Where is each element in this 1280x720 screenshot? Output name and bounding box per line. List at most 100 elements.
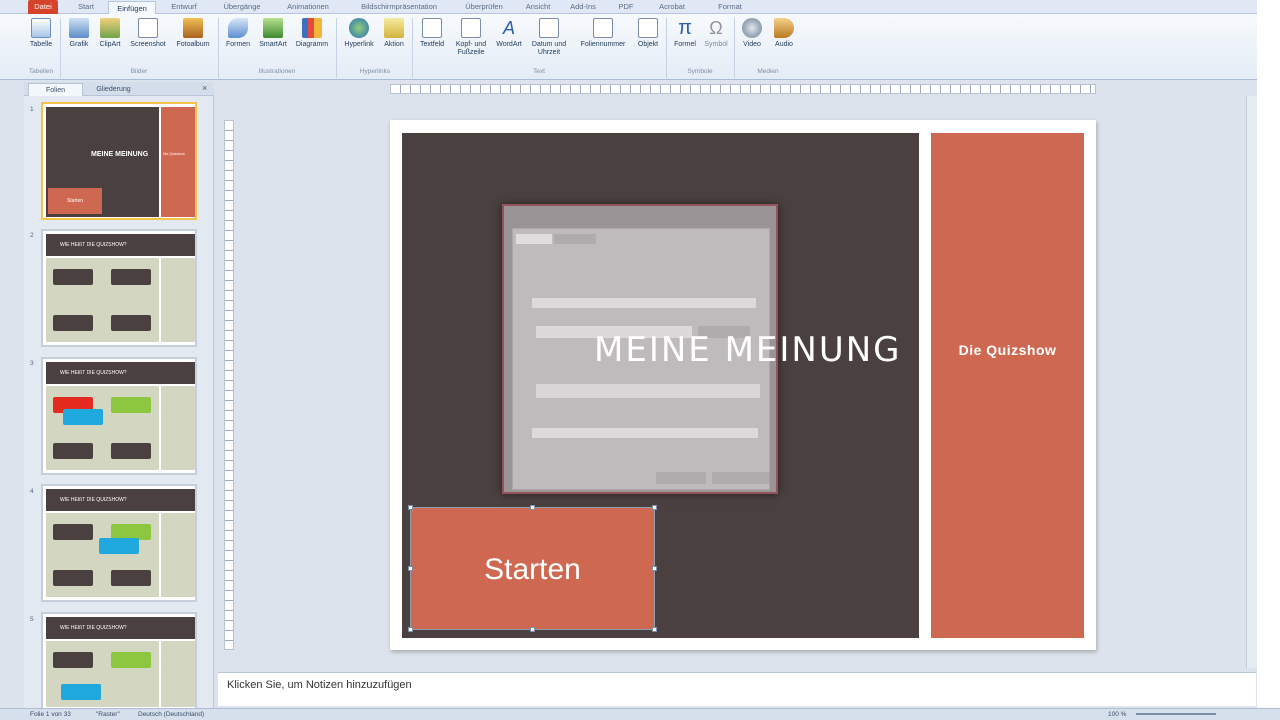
thumb-answer: [111, 570, 151, 586]
zoom-slider[interactable]: [1136, 713, 1216, 715]
omega-icon: Ω: [709, 18, 723, 38]
tab-pdf[interactable]: PDF: [614, 0, 638, 14]
formula-button[interactable]: π Formel: [670, 18, 700, 49]
group-label: Hyperlinks: [359, 68, 391, 75]
separator: [60, 18, 61, 78]
tab-datei[interactable]: Datei: [28, 0, 58, 14]
slide-thumbnail-3[interactable]: WIE HEIßT DIE QUIZSHOW?: [41, 357, 197, 475]
table-button[interactable]: Tabelle: [26, 18, 56, 49]
resize-handle[interactable]: [530, 505, 535, 510]
smartart-icon: [263, 18, 283, 38]
image-icon: [69, 18, 89, 38]
image-button[interactable]: Grafik: [64, 18, 94, 49]
slide-thumbnail-1[interactable]: MEINE MEINUNG Die Quizshow Starten: [41, 102, 197, 220]
photoalbum-button[interactable]: Fotoalbum: [172, 18, 214, 49]
slide-thumbnail-4[interactable]: WIE HEIßT DIE QUIZSHOW?: [41, 484, 197, 602]
dialog-field: [536, 384, 760, 398]
datetime-button[interactable]: Datum und Uhrzeit: [526, 18, 572, 57]
clipart-icon: [100, 18, 120, 38]
calendar-icon: [539, 18, 559, 38]
group-label: Illustrationen: [258, 68, 296, 75]
tab-addins[interactable]: Add-Ins: [566, 0, 600, 14]
status-language[interactable]: Deutsch (Deutschland): [138, 711, 204, 718]
screenshot-icon: [138, 18, 158, 38]
tab-ueberpruefen[interactable]: Überprüfen: [456, 0, 512, 14]
thumb-answer: [111, 269, 151, 285]
textbox-button[interactable]: Textfeld: [416, 18, 448, 49]
thumb-answer: [61, 684, 101, 700]
tab-folien[interactable]: Folien: [28, 83, 83, 96]
action-button[interactable]: Aktion: [380, 18, 408, 49]
chart-label: Diagramm: [295, 41, 329, 48]
tab-einfuegen[interactable]: Einfügen: [108, 1, 156, 15]
clipart-button[interactable]: ClipArt: [96, 18, 124, 49]
thumb-answer: [63, 409, 103, 425]
zoom-level[interactable]: 100 %: [1108, 711, 1126, 718]
globe-icon: [349, 18, 369, 38]
tab-gliederung[interactable]: Gliederung: [86, 83, 141, 96]
resize-handle[interactable]: [408, 505, 413, 510]
chart-button[interactable]: Diagramm: [292, 18, 332, 49]
resize-handle[interactable]: [408, 566, 413, 571]
smartart-label: SmartArt: [259, 41, 287, 48]
vertical-scrollbar[interactable]: [1246, 96, 1257, 668]
thumb-header: WIE HEIßT DIE QUIZSHOW?: [46, 234, 195, 256]
thumb-side: [161, 513, 195, 597]
status-theme: "Raster": [96, 711, 120, 718]
thumb-side: [161, 641, 195, 707]
resize-handle[interactable]: [652, 566, 657, 571]
tab-uebergaenge[interactable]: Übergänge: [212, 0, 272, 14]
start-button[interactable]: Starten: [410, 507, 655, 630]
resize-handle[interactable]: [408, 627, 413, 632]
wordart-icon: A: [502, 18, 515, 38]
shapes-button[interactable]: Formen: [222, 18, 254, 49]
wordart-button[interactable]: A WordArt: [494, 18, 524, 49]
dialog-ok-button: [656, 472, 706, 484]
vertical-ruler: [224, 120, 234, 650]
video-button[interactable]: Video: [738, 18, 766, 49]
thumb-answer: [111, 652, 151, 668]
tab-acrobat[interactable]: Acrobat: [650, 0, 694, 14]
group-label: Bilder: [130, 68, 148, 75]
table-icon: [31, 18, 51, 38]
resize-handle[interactable]: [652, 627, 657, 632]
thumb-subtitle: Die Quizshow: [163, 152, 185, 156]
slide-thumbnail-5[interactable]: WIE HEIßT DIE QUIZSHOW?: [41, 612, 197, 708]
status-bar: Folie 1 von 33 "Raster" Deutsch (Deutsch…: [0, 708, 1280, 720]
slide-number: 5: [30, 616, 34, 623]
slide-thumbnail-2[interactable]: WIE HEIßT DIE QUIZSHOW?: [41, 229, 197, 347]
thumb-orange-panel: [161, 107, 195, 217]
resize-handle[interactable]: [530, 627, 535, 632]
tab-entwurf[interactable]: Entwurf: [164, 0, 204, 14]
tab-bildschirmpraesentation[interactable]: Bildschirmpräsentation: [346, 0, 452, 14]
thumb-answer: [53, 652, 93, 668]
slidenumber-button[interactable]: Foliennummer: [574, 18, 632, 49]
close-icon[interactable]: ×: [202, 83, 207, 93]
formula-label: Formel: [674, 41, 696, 48]
slide-subtitle[interactable]: Die Quizshow: [931, 342, 1084, 358]
slidenumber-icon: [593, 18, 613, 38]
slide-title[interactable]: MEINE MEINUNG: [402, 330, 1280, 370]
speaker-icon: [774, 18, 794, 38]
ribbon: Tabelle Grafik ClipArt Screenshot Fotoal…: [0, 14, 1258, 80]
symbol-button[interactable]: Ω Symbol: [702, 18, 730, 49]
screenshot-button[interactable]: Screenshot: [126, 18, 170, 49]
object-icon: [638, 18, 658, 38]
tab-ansicht[interactable]: Ansicht: [518, 0, 558, 14]
header-footer-button[interactable]: Kopf- und Fußzeile: [450, 18, 492, 57]
slide-number: 4: [30, 488, 34, 495]
pi-icon: π: [678, 17, 692, 39]
smartart-button[interactable]: SmartArt: [256, 18, 290, 49]
audio-button[interactable]: Audio: [770, 18, 798, 49]
hyperlink-button[interactable]: Hyperlink: [340, 18, 378, 49]
tab-animationen[interactable]: Animationen: [278, 0, 338, 14]
resize-handle[interactable]: [652, 505, 657, 510]
tab-start[interactable]: Start: [72, 0, 100, 14]
thumb-answer: [111, 443, 151, 459]
dialog-dropdown: [532, 298, 756, 308]
horizontal-ruler: [390, 84, 1096, 94]
notes-placeholder[interactable]: Klicken Sie, um Notizen hinzuzufügen: [227, 679, 412, 691]
tab-format[interactable]: Format: [706, 0, 754, 14]
thumb-start-button: Starten: [48, 188, 102, 214]
object-button[interactable]: Objekt: [634, 18, 662, 49]
